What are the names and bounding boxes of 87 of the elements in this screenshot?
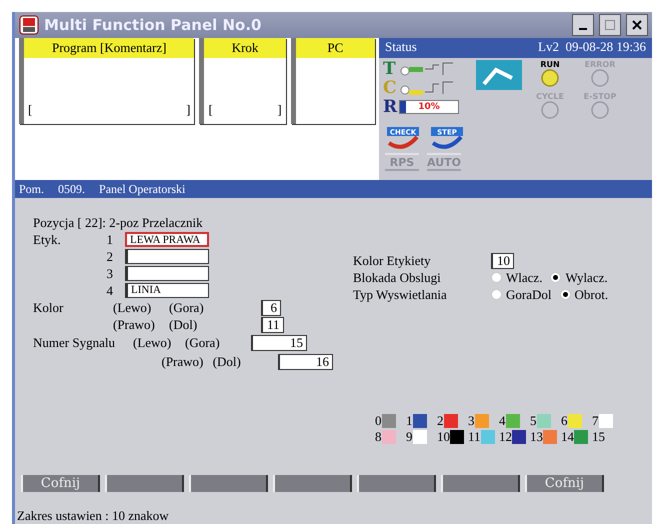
bracket: ] (186, 102, 190, 118)
color-number: 4 (499, 412, 506, 428)
label-field[interactable] (125, 266, 209, 281)
lamp-icon (590, 69, 610, 87)
row-caption: Blokada Obslugi (353, 270, 441, 284)
row-caption: Kolor (33, 300, 64, 314)
function-key[interactable] (357, 475, 436, 492)
section-code: Pom. (19, 182, 44, 196)
color-number: 8 (375, 428, 382, 444)
side-label: (Prawo) (113, 316, 155, 332)
robot-screen-icon (476, 60, 522, 90)
color-number: 3 (468, 412, 474, 428)
row-caption: Kolor Etykiety (353, 252, 431, 268)
radio-option[interactable]: GoraDol (491, 286, 552, 302)
app-logo-icon (19, 15, 39, 35)
color-number: 13 (530, 428, 543, 444)
color-number: 14 (561, 428, 574, 444)
color-number: 6 (561, 412, 568, 428)
color-number: 10 (437, 428, 450, 444)
number-field[interactable]: 6 (261, 300, 281, 316)
position-text: Pozycja [ 22]: 2-poz Przelacznik (33, 214, 203, 230)
status-letter: R (383, 97, 395, 117)
status-title: Status (385, 39, 417, 56)
color-number: 0 (375, 412, 382, 428)
bracket: [ (28, 102, 32, 118)
function-key[interactable]: Cofnij (21, 475, 100, 492)
side-label: (Gora) (185, 334, 220, 350)
panel-header: Krok (204, 38, 286, 58)
side-label: (Dol) (169, 316, 198, 332)
function-key[interactable] (441, 475, 520, 492)
minimize-icon (579, 28, 587, 30)
side-label: (Prawo) (161, 354, 204, 368)
number-field[interactable]: 15 (251, 334, 307, 350)
side-label: (Lewo) (113, 300, 152, 314)
lamp-icon (540, 101, 560, 119)
section-title: Panel Operatorski (99, 182, 186, 196)
color-number: 1 (406, 412, 412, 428)
row-caption: Typ Wyswietlania (353, 286, 447, 302)
maximize-icon (604, 19, 616, 31)
number-field[interactable]: 11 (261, 316, 284, 332)
side-label: (Gora) (169, 300, 204, 314)
radio-option[interactable]: Wylacz. (550, 270, 608, 286)
label-index: 3 (106, 266, 113, 280)
function-key[interactable] (189, 475, 268, 492)
status-letter: T (383, 59, 395, 79)
number-field[interactable]: 10 (491, 252, 514, 268)
label-caption: Etyk. (33, 232, 61, 246)
color-number: 15 (592, 428, 605, 444)
lamp-icon (590, 101, 610, 119)
lamp-icon (540, 69, 560, 87)
label-index: 1 (106, 232, 113, 246)
side-label: (Lewo) (133, 334, 172, 350)
indicator-label: RUN (540, 60, 560, 69)
row-caption: Numer Sygnalu (33, 334, 115, 350)
date-time: 09-08-28 19:36 (565, 39, 646, 54)
status-message: Zakres ustawien : 10 znakow (17, 508, 169, 523)
function-key[interactable]: Cofnij (525, 475, 604, 492)
color-number: 2 (437, 412, 444, 428)
number-field[interactable]: 16 (278, 354, 333, 370)
minimize-button[interactable] (572, 14, 594, 36)
function-key[interactable] (273, 475, 352, 492)
section-number: 0509. (58, 182, 86, 196)
label-index: 4 (106, 282, 113, 298)
label-field[interactable] (125, 249, 209, 264)
maximize-button[interactable] (599, 14, 621, 36)
panel-header: PC (296, 38, 375, 58)
color-number: 12 (499, 428, 512, 444)
side-label: (Dol) (212, 354, 241, 368)
label-index: 2 (106, 248, 113, 264)
label-field[interactable]: LINIA (125, 283, 209, 298)
color-number: 9 (406, 428, 412, 444)
level-label: Lv2 (538, 39, 559, 54)
status-letter: C (383, 78, 395, 98)
bracket: ] (277, 102, 282, 118)
color-number: 11 (468, 428, 481, 444)
panel-header: Program [Komentarz] (24, 38, 194, 58)
color-number: 5 (530, 412, 536, 428)
close-icon (631, 19, 643, 31)
color-number: 7 (592, 412, 598, 428)
progress-reading: 10% (418, 102, 440, 112)
function-key[interactable] (105, 475, 184, 492)
window-title: Multi Function Panel No.0 (44, 16, 262, 34)
label-field[interactable]: LEWA PRAWA (125, 232, 209, 247)
bracket: [ (208, 102, 213, 118)
radio-option[interactable]: Wlacz. (491, 270, 542, 286)
radio-option[interactable]: Obrot. (560, 286, 608, 302)
close-button[interactable] (626, 14, 648, 36)
